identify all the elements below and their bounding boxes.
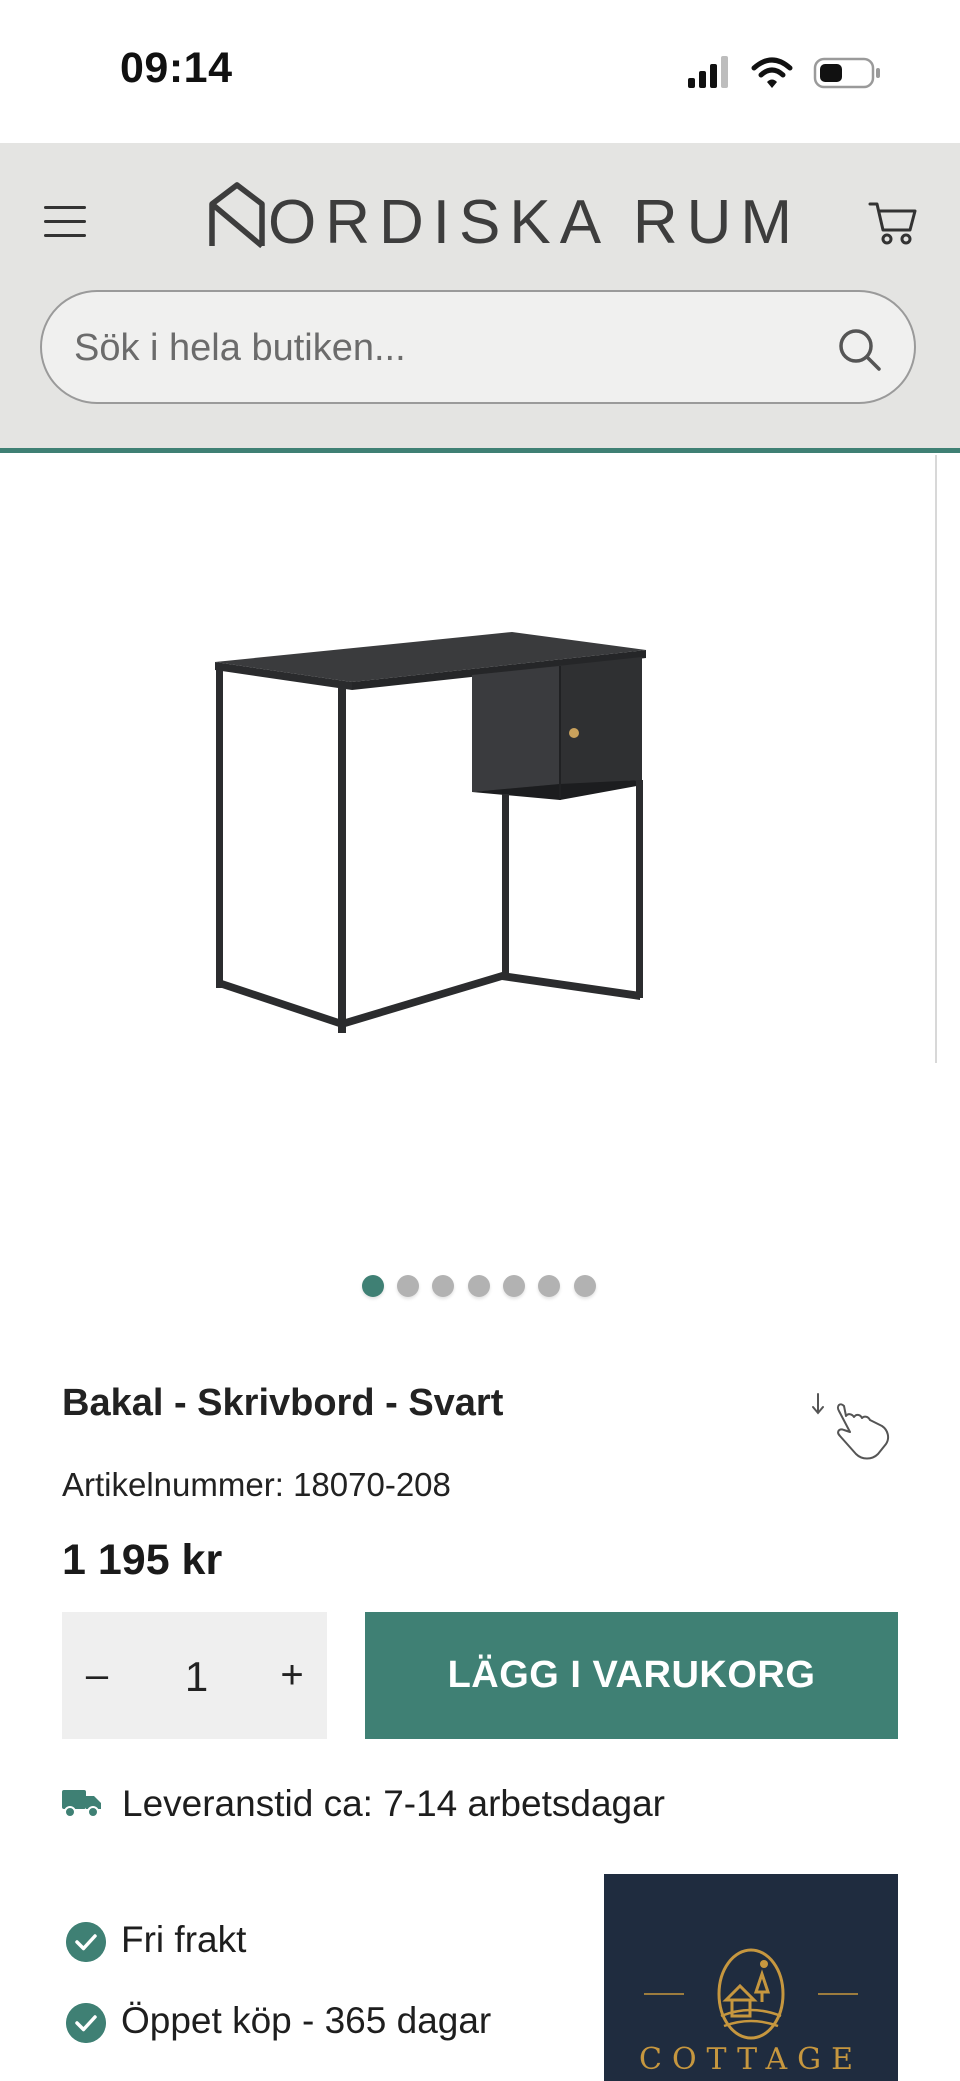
pointer-hand-icon — [812, 1393, 890, 1460]
search-bar — [40, 290, 916, 404]
status-bar: 09:14 — [0, 0, 960, 143]
cottage-badge-name: COTTAGE — [638, 2042, 863, 2077]
search-icon[interactable] — [836, 326, 884, 374]
gallery-dot-2[interactable] — [397, 1275, 419, 1297]
quantity-decrease-button[interactable]: – — [62, 1612, 132, 1739]
article-number-value: 18070-208 — [293, 1466, 451, 1503]
article-number: Artikelnummer: 18070-208 — [62, 1466, 451, 1504]
store-logo[interactable]: ORDISKA RUM — [208, 180, 792, 258]
check-circle-icon — [66, 1922, 106, 1962]
gallery-dot-3[interactable] — [432, 1275, 454, 1297]
next-image-edge — [935, 455, 937, 1063]
gallery-dot-5[interactable] — [503, 1275, 525, 1297]
hamburger-icon — [44, 206, 86, 209]
product-title: Bakal - Skrivbord - Svart — [62, 1382, 504, 1424]
gallery-dot-1[interactable] — [362, 1275, 384, 1297]
delivery-text: Leveranstid ca: 7-14 arbetsdagar — [122, 1783, 666, 1824]
signal-icon — [688, 56, 880, 89]
battery-icon — [813, 57, 880, 89]
cart-icon — [868, 202, 917, 245]
usp-text: Öppet köp - 365 dagar — [121, 2000, 492, 2041]
gallery-dot-7[interactable] — [574, 1275, 596, 1297]
gallery-dot-4[interactable] — [468, 1275, 490, 1297]
menu-button[interactable] — [44, 200, 90, 240]
check-circle-icon — [66, 2003, 106, 2043]
cottage-badge[interactable]: COTTAGE — [604, 1874, 898, 2081]
quantity-stepper: – + — [62, 1612, 327, 1741]
status-icons — [688, 54, 880, 90]
cottage-est-ornament — [644, 1993, 858, 1995]
product-price: 1 195 kr — [62, 1536, 223, 1584]
wifi-icon — [751, 57, 793, 88]
product-image-desk — [215, 632, 646, 1033]
logo-text: ORDISKA RUM — [268, 188, 802, 257]
gallery-dot-6[interactable] — [538, 1275, 560, 1297]
usp-text: Fri frakt — [121, 1919, 247, 1960]
status-time: 09:14 — [120, 44, 233, 92]
article-number-label: Artikelnummer: — [62, 1466, 284, 1503]
house-n-logo-icon — [209, 182, 265, 248]
quantity-input[interactable] — [132, 1612, 261, 1741]
truck-icon — [62, 1790, 101, 1818]
add-to-cart-button[interactable]: LÄGG I VARUKORG — [365, 1612, 898, 1739]
search-input[interactable] — [72, 312, 816, 384]
gallery-pagination — [362, 1275, 602, 1299]
cart-button[interactable] — [868, 200, 918, 246]
quantity-increase-button[interactable]: + — [257, 1612, 327, 1739]
